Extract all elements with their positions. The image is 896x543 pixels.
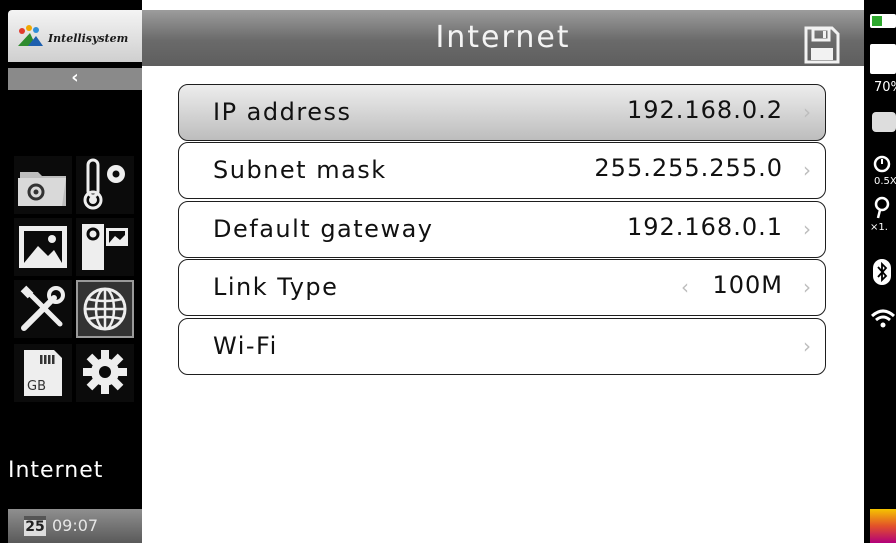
globe-tile[interactable] <box>76 280 134 338</box>
setting-label: Subnet mask <box>213 156 387 184</box>
setting-value: 255.255.255.0 <box>594 154 783 182</box>
setting-value: 192.168.0.1 <box>626 213 783 241</box>
wifi-icon <box>870 309 896 328</box>
thermometer-settings-icon <box>83 158 125 210</box>
chevron-right-icon: › <box>803 100 811 124</box>
sd-card-label: GB <box>27 379 46 394</box>
setting-row-wifi[interactable]: Wi-Fi › <box>178 318 826 375</box>
logo-icon <box>18 25 43 46</box>
setting-label: Link Type <box>213 273 339 301</box>
setting-row-subnet-mask[interactable]: Subnet mask 255.255.255.0 › <box>178 142 826 199</box>
header: Internet <box>142 10 864 66</box>
setting-label: Default gateway <box>213 215 434 243</box>
setting-row-default-gateway[interactable]: Default gateway 192.168.0.1 › <box>178 201 826 258</box>
folder-settings-tile[interactable] <box>14 156 72 214</box>
scroll-pill <box>872 112 896 132</box>
zoom-label: 0.5X <box>874 176 896 187</box>
setting-value: 100M <box>712 271 783 299</box>
sidebar: Intellisystem ‹ GB Internet 25 09:07 <box>0 0 142 543</box>
setting-value: 192.168.0.2 <box>626 96 783 124</box>
palette-color-bar <box>870 509 896 543</box>
globe-icon <box>83 287 127 331</box>
chevron-right-icon[interactable]: › <box>803 275 811 299</box>
sidebar-title: Internet <box>8 458 104 483</box>
setting-row-ip-address[interactable]: IP address 192.168.0.2 › <box>178 84 826 141</box>
magnifier-icon <box>874 196 890 219</box>
status-strip: 70% 0.5X ×1. <box>864 0 896 543</box>
logo-bar: Intellisystem <box>8 10 142 62</box>
folder-settings-icon <box>18 172 66 206</box>
setting-row-link-type[interactable]: Link Type ‹ 100M › <box>178 259 826 316</box>
storage-card-icon <box>870 44 896 74</box>
chevron-right-icon: › <box>803 217 811 241</box>
sd-card-icon: GB <box>24 350 62 396</box>
gear-icon <box>83 350 127 394</box>
storage-percent: 70% <box>874 80 896 95</box>
setting-label: Wi-Fi <box>213 332 278 360</box>
thermometer-settings-tile[interactable] <box>76 156 134 214</box>
setting-label: IP address <box>213 98 352 126</box>
battery-level <box>872 16 882 26</box>
chevron-right-icon: › <box>803 158 811 182</box>
magnify-label: ×1. <box>870 222 888 233</box>
main-panel: Internet IP address 192.168.0.2 › Subnet… <box>142 0 864 543</box>
chevron-left-icon[interactable]: ‹ <box>681 275 689 299</box>
image-tile[interactable] <box>14 218 72 276</box>
page-title: Internet <box>435 20 571 55</box>
floppy-disk-icon[interactable] <box>804 26 840 64</box>
calendar-icon: 25 <box>24 516 46 536</box>
bluetooth-icon <box>873 259 891 285</box>
picture-in-picture-icon <box>82 224 128 270</box>
tools-icon <box>20 285 65 331</box>
gear-tile[interactable] <box>76 344 134 402</box>
zoom-dial-icon <box>873 155 891 173</box>
logo-text: Intellisystem <box>48 32 129 45</box>
clock-time: 09:07 <box>52 516 99 535</box>
image-icon <box>19 226 67 268</box>
chevron-right-icon: › <box>803 334 811 358</box>
tools-tile[interactable] <box>14 280 72 338</box>
back-button[interactable]: ‹ <box>8 68 142 90</box>
sd-card-tile[interactable]: GB <box>14 344 72 402</box>
picture-in-picture-tile[interactable] <box>76 218 134 276</box>
